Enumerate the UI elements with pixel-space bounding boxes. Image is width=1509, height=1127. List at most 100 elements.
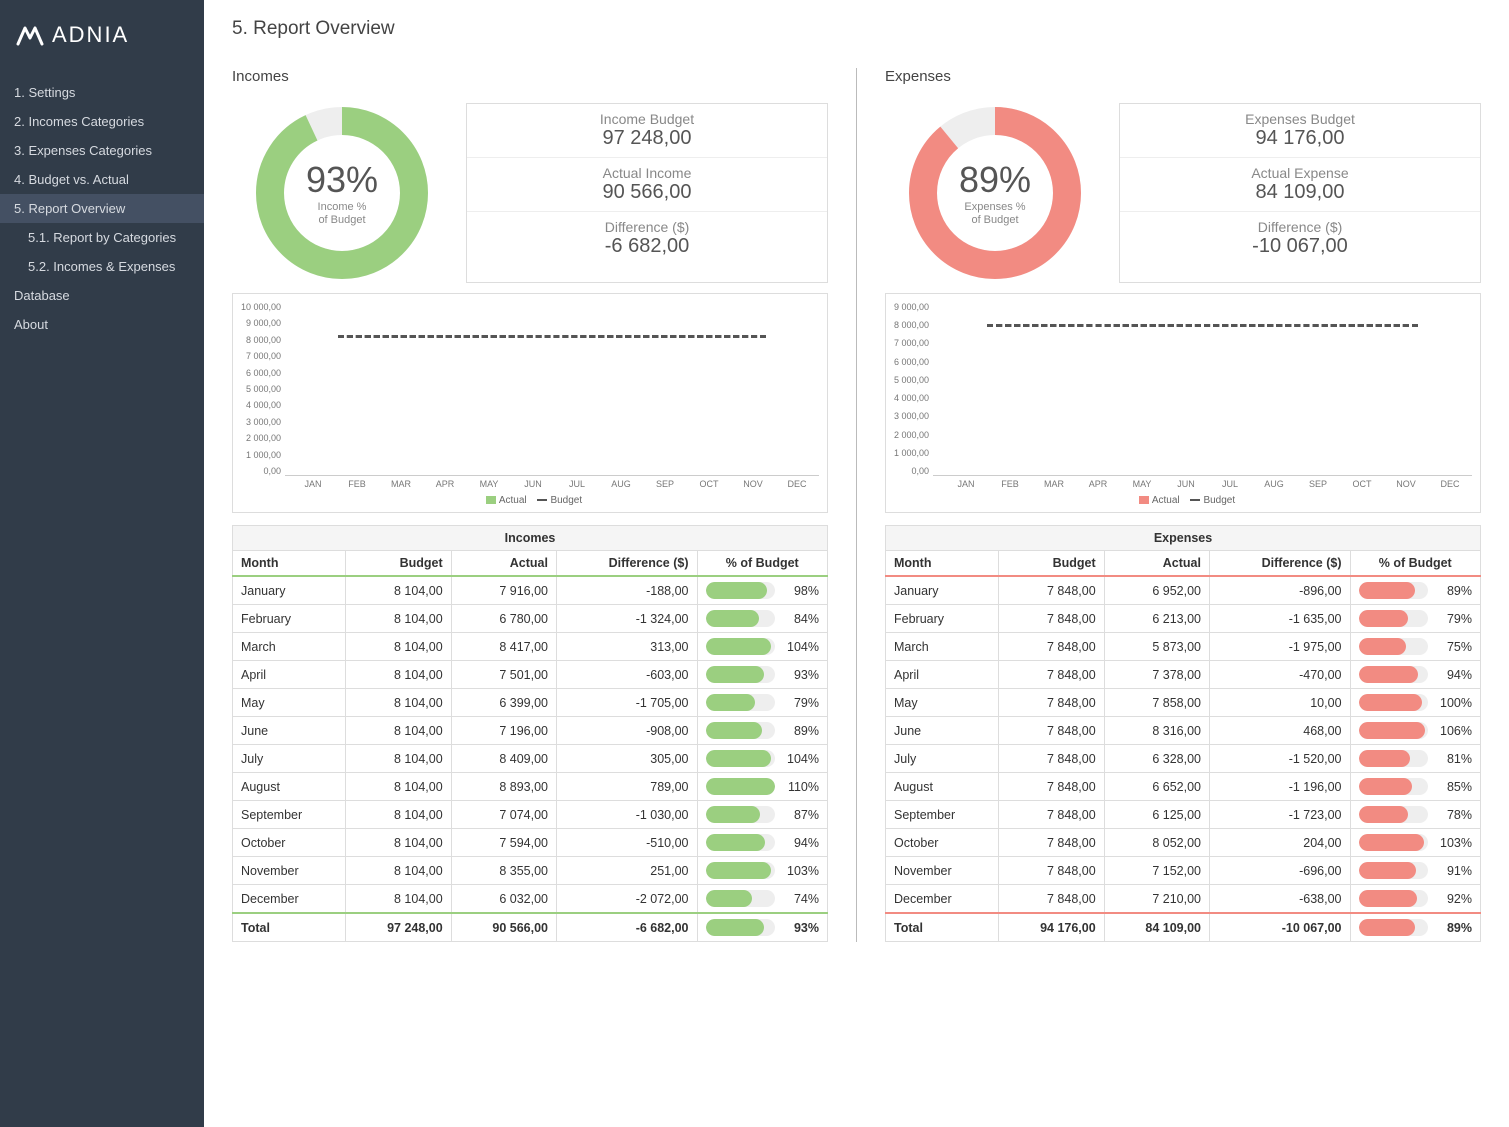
cell-pct: 93% <box>697 661 827 689</box>
table-row: January 7 848,00 6 952,00 -896,00 89% <box>886 576 1481 605</box>
cell-pct: 78% <box>1350 801 1480 829</box>
main-content: 5. Report Overview Incomes 93% Income %o… <box>204 0 1509 1127</box>
table-row: October 7 848,00 8 052,00 204,00 103% <box>886 829 1481 857</box>
cell-diff: -188,00 <box>556 576 697 605</box>
table-header: Month <box>886 551 999 577</box>
cell-actual: 6 652,00 <box>1104 773 1209 801</box>
cell-budget: 8 104,00 <box>346 661 451 689</box>
cell-diff: -470,00 <box>1209 661 1350 689</box>
cell-actual: 6 213,00 <box>1104 605 1209 633</box>
cell-month: January <box>233 576 346 605</box>
cell-budget: 8 104,00 <box>346 773 451 801</box>
table-row: March 7 848,00 5 873,00 -1 975,00 75% <box>886 633 1481 661</box>
cell-pct: 103% <box>1350 829 1480 857</box>
cell-budget: 7 848,00 <box>999 605 1104 633</box>
cell-month: August <box>233 773 346 801</box>
nav-list: 1. Settings2. Incomes Categories3. Expen… <box>0 78 204 339</box>
cell-actual: 6 952,00 <box>1104 576 1209 605</box>
table-row: February 8 104,00 6 780,00 -1 324,00 84% <box>233 605 828 633</box>
nav-item[interactable]: 5.2. Incomes & Expenses <box>0 252 204 281</box>
total-diff: -6 682,00 <box>556 913 697 942</box>
cell-diff: -603,00 <box>556 661 697 689</box>
stat-value: 90 566,00 <box>467 181 827 204</box>
nav-item[interactable]: 3. Expenses Categories <box>0 136 204 165</box>
cell-pct: 84% <box>697 605 827 633</box>
cell-actual: 7 378,00 <box>1104 661 1209 689</box>
table-row: April 8 104,00 7 501,00 -603,00 93% <box>233 661 828 689</box>
cell-diff: -1 324,00 <box>556 605 697 633</box>
cell-pct: 87% <box>697 801 827 829</box>
cell-pct: 75% <box>1350 633 1480 661</box>
data-table: Expenses MonthBudgetActualDifference ($)… <box>885 525 1481 942</box>
cell-actual: 8 316,00 <box>1104 717 1209 745</box>
table-header: % of Budget <box>1350 551 1480 577</box>
cell-diff: -1 723,00 <box>1209 801 1350 829</box>
cell-budget: 8 104,00 <box>346 857 451 885</box>
brand-logo: ADNIA <box>0 12 204 78</box>
nav-item[interactable]: 2. Incomes Categories <box>0 107 204 136</box>
table-row: November 7 848,00 7 152,00 -696,00 91% <box>886 857 1481 885</box>
nav-item[interactable]: Database <box>0 281 204 310</box>
cell-diff: -696,00 <box>1209 857 1350 885</box>
cell-budget: 7 848,00 <box>999 633 1104 661</box>
page-title: 5. Report Overview <box>232 18 1481 40</box>
cell-diff: -510,00 <box>556 829 697 857</box>
nav-item[interactable]: 5. Report Overview <box>0 194 204 223</box>
table-title: Incomes <box>233 526 828 551</box>
table-row: December 7 848,00 7 210,00 -638,00 92% <box>886 885 1481 914</box>
cell-month: October <box>233 829 346 857</box>
table-row: April 7 848,00 7 378,00 -470,00 94% <box>886 661 1481 689</box>
cell-budget: 8 104,00 <box>346 689 451 717</box>
cell-actual: 7 916,00 <box>451 576 556 605</box>
table-header: % of Budget <box>697 551 827 577</box>
nav-item[interactable]: 4. Budget vs. Actual <box>0 165 204 194</box>
cell-month: September <box>233 801 346 829</box>
cell-month: April <box>886 661 999 689</box>
nav-item[interactable]: 1. Settings <box>0 78 204 107</box>
expenses-column: Expenses 89% Expenses %of Budget Expense… <box>885 68 1481 942</box>
cell-month: February <box>886 605 999 633</box>
cell-pct: 79% <box>1350 605 1480 633</box>
section-label: Expenses <box>885 68 1481 85</box>
cell-month: September <box>886 801 999 829</box>
nav-item[interactable]: About <box>0 310 204 339</box>
cell-actual: 6 780,00 <box>451 605 556 633</box>
stat-label: Income Budget <box>467 111 827 127</box>
cell-pct: 74% <box>697 885 827 914</box>
stat-value: 94 176,00 <box>1120 127 1480 150</box>
nav-item[interactable]: 5.1. Report by Categories <box>0 223 204 252</box>
sidebar: ADNIA 1. Settings2. Incomes Categories3.… <box>0 0 204 1127</box>
table-row: November 8 104,00 8 355,00 251,00 103% <box>233 857 828 885</box>
cell-budget: 7 848,00 <box>999 717 1104 745</box>
cell-diff: -1 705,00 <box>556 689 697 717</box>
stat-value: 84 109,00 <box>1120 181 1480 204</box>
total-pct: 89% <box>1350 913 1480 942</box>
budget-line <box>338 335 765 338</box>
table-header: Difference ($) <box>1209 551 1350 577</box>
cell-month: March <box>886 633 999 661</box>
table-row: August 8 104,00 8 893,00 789,00 110% <box>233 773 828 801</box>
total-budget: 94 176,00 <box>999 913 1104 942</box>
total-actual: 84 109,00 <box>1104 913 1209 942</box>
cell-diff: -908,00 <box>556 717 697 745</box>
cell-budget: 7 848,00 <box>999 689 1104 717</box>
table-row: March 8 104,00 8 417,00 313,00 104% <box>233 633 828 661</box>
stat-value: -10 067,00 <box>1120 235 1480 258</box>
total-diff: -10 067,00 <box>1209 913 1350 942</box>
cell-diff: -1 635,00 <box>1209 605 1350 633</box>
cell-month: May <box>233 689 346 717</box>
cell-diff: -896,00 <box>1209 576 1350 605</box>
cell-actual: 6 032,00 <box>451 885 556 914</box>
cell-month: June <box>233 717 346 745</box>
cell-month: March <box>233 633 346 661</box>
table-header: Difference ($) <box>556 551 697 577</box>
cell-month: July <box>233 745 346 773</box>
cell-budget: 7 848,00 <box>999 745 1104 773</box>
table-header: Budget <box>346 551 451 577</box>
cell-actual: 7 152,00 <box>1104 857 1209 885</box>
cell-month: May <box>886 689 999 717</box>
table-title: Expenses <box>886 526 1481 551</box>
table-row: May 7 848,00 7 858,00 10,00 100% <box>886 689 1481 717</box>
cell-actual: 7 594,00 <box>451 829 556 857</box>
y-axis-labels: 10 000,009 000,008 000,007 000,006 000,0… <box>241 302 285 476</box>
